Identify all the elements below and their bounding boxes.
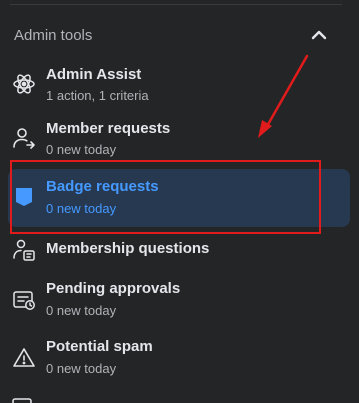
annotation-arrow-icon	[258, 54, 309, 138]
